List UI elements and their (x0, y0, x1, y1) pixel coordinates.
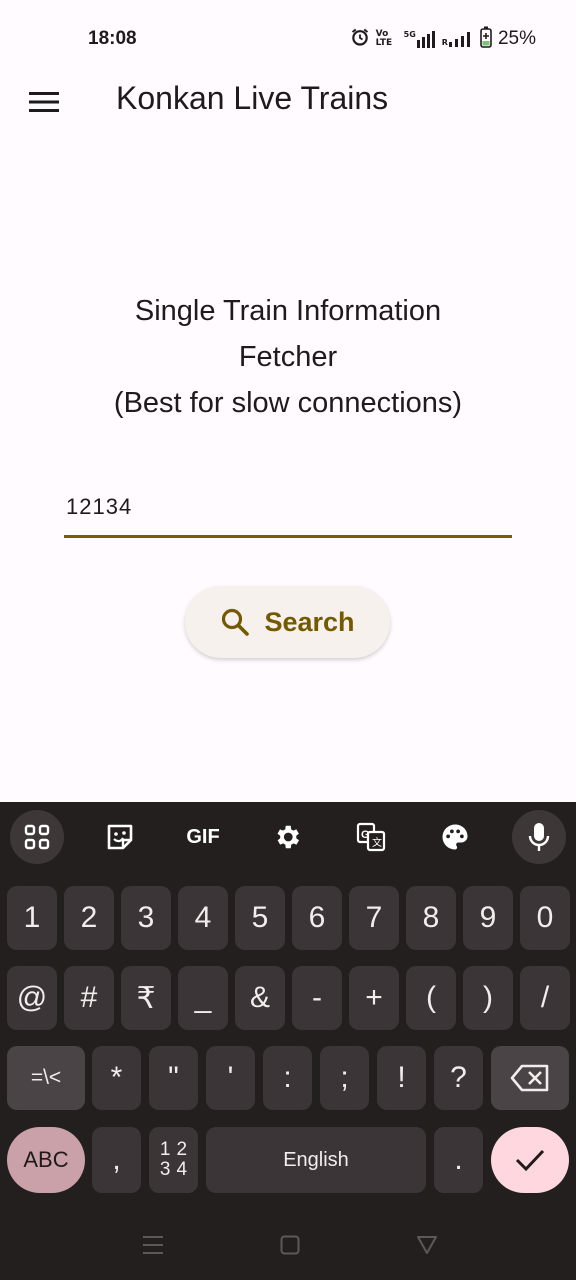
enter-key[interactable] (491, 1127, 569, 1193)
back-icon (417, 1236, 437, 1254)
key-symbol-3[interactable]: _ (178, 966, 228, 1030)
train-number-input[interactable] (64, 478, 512, 538)
key-digit-9[interactable]: 0 (520, 886, 570, 950)
settings-icon (277, 825, 299, 849)
settings-button[interactable] (260, 810, 314, 864)
gif-button[interactable]: GIF (176, 810, 230, 864)
apps-grid-icon (24, 824, 50, 850)
svg-text:文: 文 (372, 836, 382, 849)
numpad-top: 12 (159, 1139, 194, 1160)
battery-percent: 25% (497, 28, 536, 49)
voice-input-button[interactable] (512, 810, 566, 864)
translate-icon: G文 (356, 822, 386, 852)
theme-button[interactable] (428, 810, 482, 864)
space-key[interactable]: English (206, 1127, 426, 1193)
search-icon (222, 608, 250, 636)
abc-key[interactable]: ABC (7, 1127, 85, 1193)
key-digit-6[interactable]: 7 (349, 886, 399, 950)
key-symbol-1[interactable]: # (64, 966, 114, 1030)
app-bar: Konkan Live Trains (0, 70, 576, 134)
key-digit-0[interactable]: 1 (7, 886, 57, 950)
key-digit-3[interactable]: 4 (178, 886, 228, 950)
key-comma[interactable]: , (92, 1127, 141, 1193)
svg-text:G: G (361, 829, 370, 841)
search-label: Search (264, 606, 355, 637)
recents-button[interactable] (138, 1230, 168, 1260)
heading-line-3: (Best for slow connections) (113, 387, 463, 419)
search-button[interactable]: Search (185, 586, 390, 658)
heading-line-1: Single Train Information (134, 295, 442, 327)
home-icon (280, 1235, 300, 1255)
key-symbol-6[interactable]: + (349, 966, 399, 1030)
key-symbol-8[interactable]: ) (463, 966, 513, 1030)
key-semicolon[interactable]: ; (320, 1046, 369, 1110)
check-icon (515, 1149, 545, 1172)
key-asterisk[interactable]: * (92, 1046, 141, 1110)
key-digit-5[interactable]: 6 (292, 886, 342, 950)
key-digit-2[interactable]: 3 (121, 886, 171, 950)
menu-icon (29, 92, 59, 112)
key-digit-1[interactable]: 2 (64, 886, 114, 950)
key-exclamation[interactable]: ! (377, 1046, 426, 1110)
key-digit-8[interactable]: 9 (463, 886, 513, 950)
volte-indicator: Vo LTE (375, 29, 393, 48)
palette-icon (442, 824, 468, 850)
translate-button[interactable]: G文 (344, 810, 398, 864)
menu-button[interactable] (22, 82, 66, 122)
key-symbol-5[interactable]: - (292, 966, 342, 1030)
status-bar: 18:08 Vo LTE 5G R 25% (0, 0, 576, 80)
signal-5g-icon: 5G (404, 30, 436, 48)
gif-label: GIF (186, 825, 220, 848)
key-question[interactable]: ? (434, 1046, 483, 1110)
back-button[interactable] (412, 1230, 442, 1260)
home-button[interactable] (275, 1230, 305, 1260)
mic-icon (528, 823, 550, 851)
key-digit-7[interactable]: 8 (406, 886, 456, 950)
key-more-symbols[interactable]: =\< (7, 1046, 85, 1110)
alarm-icon (350, 27, 370, 51)
status-time: 18:08 (88, 28, 137, 49)
numpad-key[interactable]: 12 34 (149, 1127, 198, 1193)
backspace-key[interactable] (491, 1046, 569, 1110)
status-icons: Vo LTE 5G R 25% (350, 26, 536, 52)
keyboard: GIF G文 1234567890 @ # ₹ _ & - +() / =\< * " ' :… (0, 802, 576, 1280)
heading-line-2: Fetcher (238, 341, 338, 373)
key-digit-4[interactable]: 5 (235, 886, 285, 950)
recents-icon (143, 1236, 163, 1254)
signal-roaming-icon: R (442, 31, 474, 47)
battery-icon (480, 26, 492, 52)
key-symbol-4[interactable]: & (235, 966, 285, 1030)
page-heading: Single Train Information Fetcher (Best f… (0, 288, 576, 426)
key-symbol-0[interactable]: @ (7, 966, 57, 1030)
sticker-icon (107, 824, 133, 850)
sticker-button[interactable] (93, 810, 147, 864)
key-symbol-2[interactable]: ₹ (121, 966, 171, 1030)
keyboard-toolbar: GIF G文 (0, 802, 576, 874)
key-symbol-9[interactable]: / (520, 966, 570, 1030)
numpad-bottom: 34 (159, 1159, 194, 1180)
backspace-icon (510, 1064, 549, 1092)
key-single-quote[interactable]: ' (206, 1046, 255, 1110)
app-title: Konkan Live Trains (116, 80, 389, 116)
key-colon[interactable]: : (263, 1046, 312, 1110)
key-period[interactable]: . (434, 1127, 483, 1193)
key-double-quote[interactable]: " (149, 1046, 198, 1110)
apps-grid-button[interactable] (10, 810, 64, 864)
navigation-bar (0, 1210, 576, 1280)
key-symbol-7[interactable]: ( (406, 966, 456, 1030)
